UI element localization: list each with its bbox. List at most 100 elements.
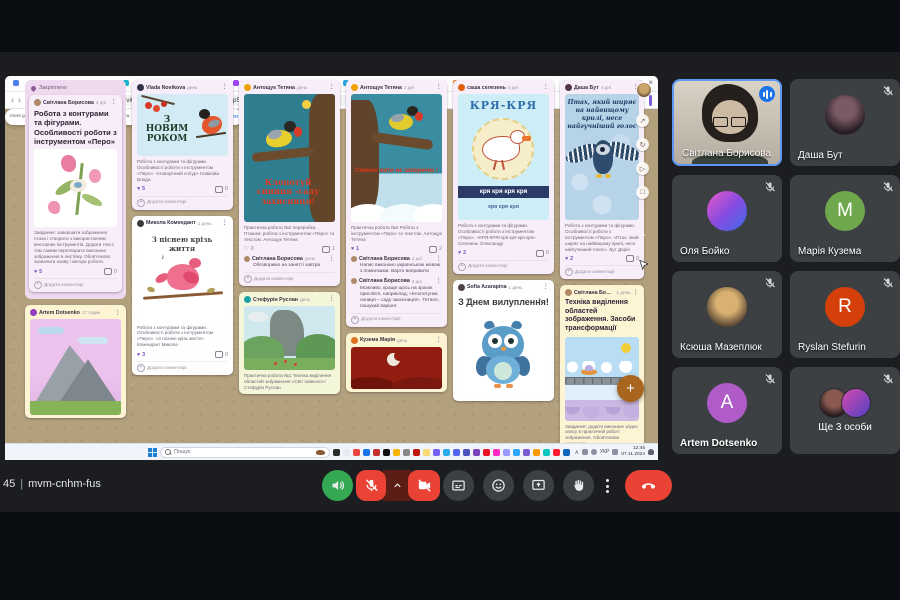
- padlet-card[interactable]: Антощук Тетяна день ⋮ Клопотуй синиця -с…: [239, 109, 340, 286]
- card-menu-icon[interactable]: ⋮: [222, 220, 229, 227]
- taskbar-app[interactable]: [473, 449, 480, 456]
- participant-tile-svitlana[interactable]: Світлана Борисова: [672, 79, 782, 166]
- raise-hand-button[interactable]: [563, 470, 594, 501]
- like-button[interactable]: ♥5: [34, 269, 42, 275]
- like-button[interactable]: ♥3: [137, 352, 145, 358]
- card-menu-icon[interactable]: ⋮: [436, 337, 443, 344]
- comment-count[interactable]: 0: [104, 268, 117, 275]
- tray-icon[interactable]: [582, 449, 588, 455]
- comment-count[interactable]: 0: [626, 255, 639, 262]
- taskbar-app[interactable]: [553, 449, 560, 456]
- like-button[interactable]: ♥1: [351, 246, 359, 252]
- more-options-button[interactable]: [600, 474, 614, 498]
- add-comment-button[interactable]: + Додати коментарі: [351, 313, 442, 324]
- padlet-card[interactable]: Світлана Борисова 4 дні ⋮ Робота з конту…: [29, 109, 122, 292]
- add-post-button[interactable]: +: [617, 375, 644, 402]
- padlet-card[interactable]: Artem Dotsenko 17 годин ⋮: [25, 305, 126, 418]
- slideshow-icon[interactable]: ▷: [636, 162, 649, 175]
- like-button[interactable]: ♥2: [565, 256, 573, 262]
- tray-icon[interactable]: [591, 449, 597, 455]
- browser-tab[interactable]: [13, 80, 19, 86]
- present-button[interactable]: [523, 470, 554, 501]
- padlet-card[interactable]: Кузема Марія день ⋮: [346, 333, 447, 392]
- padlet-card[interactable]: Антощук Тетяна 2 дні ⋮ Смачно жити не за…: [346, 109, 447, 327]
- tray-chevron-icon[interactable]: ∧: [575, 449, 579, 456]
- back-icon[interactable]: ‹: [11, 96, 14, 105]
- taskbar-app[interactable]: [373, 449, 380, 456]
- like-button[interactable]: ♡0: [244, 246, 254, 252]
- taskbar-app[interactable]: [433, 449, 440, 456]
- taskbar-app[interactable]: [493, 449, 500, 456]
- add-comment-button[interactable]: + Додати коментарі: [137, 196, 228, 207]
- comment-menu-icon[interactable]: ⋮: [436, 278, 443, 285]
- padlet-card[interactable]: Стефурін Руслан день ⋮ Практи: [239, 292, 340, 394]
- taskbar-app[interactable]: [563, 449, 570, 456]
- taskbar-app[interactable]: [383, 449, 390, 456]
- start-button[interactable]: [148, 448, 157, 457]
- participant-tile-ksyusha[interactable]: Ксюша Мазеплюк: [672, 271, 782, 358]
- padlet-card[interactable]: Даша Бут 4 дні ⋮ Птах, який ширяє на най…: [560, 109, 644, 279]
- forward-icon[interactable]: ›: [18, 96, 21, 105]
- taskbar-app[interactable]: [463, 449, 470, 456]
- add-comment-button[interactable]: + Додати коментарі: [565, 265, 639, 276]
- taskbar-app[interactable]: [343, 449, 350, 456]
- taskbar-app[interactable]: [363, 449, 370, 456]
- comment-count[interactable]: 0: [536, 250, 549, 257]
- taskbar-app[interactable]: [503, 449, 510, 456]
- add-comment-button[interactable]: + Додати коментарі: [137, 361, 228, 372]
- captions-button[interactable]: [443, 470, 474, 501]
- system-tray[interactable]: ∧ УКР 12:45 07.11.2024: [575, 446, 655, 457]
- notification-bell-icon[interactable]: [648, 449, 654, 455]
- mic-toggle-button[interactable]: [356, 470, 386, 501]
- remake-icon[interactable]: ↻: [636, 138, 649, 151]
- taskbar-app[interactable]: [443, 449, 450, 456]
- participant-tile-ryslan[interactable]: R Ryslan Stefurin: [790, 271, 900, 358]
- camera-toggle-button[interactable]: [408, 470, 440, 501]
- taskbar-app[interactable]: [333, 449, 340, 456]
- card-menu-icon[interactable]: ⋮: [543, 284, 550, 291]
- taskbar-app[interactable]: [453, 449, 460, 456]
- participant-tile-dasha[interactable]: Даша Бут: [790, 79, 900, 166]
- more-options-icon[interactable]: …: [637, 228, 646, 238]
- comment-menu-icon[interactable]: ⋮: [329, 256, 336, 263]
- padlet-card[interactable]: Микола Комендант 1 день ⋮ З піснею крізь…: [132, 216, 233, 376]
- participant-tile-maria[interactable]: M Марія Кузема: [790, 175, 900, 262]
- taskbar-app[interactable]: [353, 449, 360, 456]
- card-menu-icon[interactable]: ⋮: [633, 290, 640, 297]
- taskbar-app[interactable]: [543, 449, 550, 456]
- sidebar-flag-icon[interactable]: [649, 95, 652, 106]
- comment-count[interactable]: 2: [429, 246, 442, 253]
- taskbar-clock[interactable]: 12:45 07.11.2024: [621, 446, 645, 457]
- like-button[interactable]: ♥5: [137, 186, 145, 192]
- screen-share-presentation[interactable]: – □ × ‹ › ↻ 25% https://padlet.com/svitl…: [5, 76, 658, 460]
- mic-options-button[interactable]: [383, 470, 411, 501]
- card-menu-icon[interactable]: ⋮: [115, 310, 122, 317]
- taskbar-search[interactable]: Пошук: [160, 447, 330, 458]
- end-call-button[interactable]: [625, 470, 672, 501]
- share-icon[interactable]: ↗: [636, 114, 649, 127]
- taskbar-app[interactable]: [403, 449, 410, 456]
- padlet-card[interactable]: Sofia Azarapina 1 день ⋮ З Днем вилуплен…: [453, 280, 554, 401]
- taskbar-app[interactable]: [423, 449, 430, 456]
- taskbar-app[interactable]: [393, 449, 400, 456]
- taskbar-app[interactable]: [483, 449, 490, 456]
- comment-count[interactable]: 0: [215, 351, 228, 358]
- taskbar-app[interactable]: [413, 449, 420, 456]
- settings-icon[interactable]: □: [636, 186, 649, 199]
- card-menu-icon[interactable]: ⋮: [329, 296, 336, 303]
- participant-tile-olya[interactable]: Оля Бойко: [672, 175, 782, 262]
- participant-tile-others[interactable]: Ще 3 особи: [790, 367, 900, 454]
- taskbar-app[interactable]: [533, 449, 540, 456]
- reactions-button[interactable]: [483, 470, 514, 501]
- speaker-tray-icon[interactable]: [612, 449, 618, 455]
- add-comment-button[interactable]: + Додати коментарі: [458, 260, 549, 271]
- like-button[interactable]: ♥2: [458, 250, 466, 256]
- padlet-card[interactable]: саша селезень 4 дні ⋮ КРЯ-КРЯ кря кря к: [453, 109, 554, 274]
- taskbar-app[interactable]: [513, 449, 520, 456]
- add-comment-button[interactable]: + Додати коментарі: [244, 272, 335, 283]
- padlet-card[interactable]: Vlada Novikova день ⋮ З НОВИМ РОКОМ: [132, 109, 233, 210]
- comment-count[interactable]: 1: [322, 246, 335, 253]
- speaker-button[interactable]: [322, 470, 353, 501]
- padlet-card[interactable]: Світлана Борисова 1 день ⋮ Техніка виділ…: [560, 285, 644, 444]
- taskbar-app[interactable]: [523, 449, 530, 456]
